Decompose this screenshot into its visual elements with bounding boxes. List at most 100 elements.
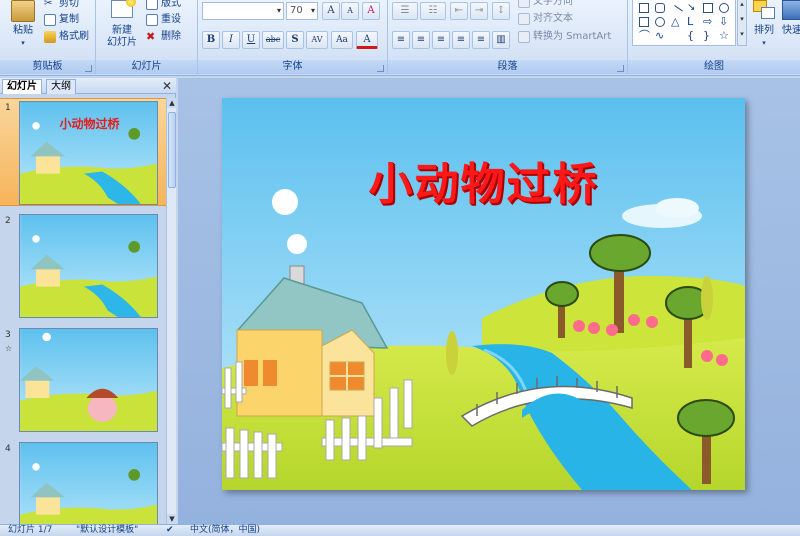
thumbnail-scrollbar[interactable]: ▲ ▼ xyxy=(166,98,177,524)
brace-left-shape-icon[interactable]: { xyxy=(687,30,697,41)
thumbnail-row-3[interactable]: 3 ☆ xyxy=(0,326,166,434)
align-text-label: 对齐文本 xyxy=(533,13,573,24)
increase-indent-button[interactable]: ⇥ xyxy=(470,2,488,20)
slide-title[interactable]: 小动物过桥 xyxy=(222,148,745,212)
shapes-gallery[interactable]: ↘ △ ᒪ ⇨ ⇩ ⌒ ∿ { } ☆ xyxy=(632,0,736,46)
chevron-down-icon: ▾ xyxy=(310,6,315,15)
shrink-font-button[interactable]: A xyxy=(341,2,359,20)
thumbnail-number: 1 xyxy=(5,103,11,113)
thumbnail-row-1[interactable]: 1 小动物过桥 xyxy=(0,98,166,206)
layout-label: 版式 xyxy=(161,0,181,9)
cut-button[interactable]: ✂ 剪切 xyxy=(44,0,79,12)
paste-button[interactable]: 粘贴 ▾ xyxy=(6,0,40,49)
font-size-field[interactable]: 70 ▾ xyxy=(286,2,318,20)
dialog-launcher-icon[interactable] xyxy=(85,65,92,72)
format-painter-button[interactable]: 格式刷 xyxy=(44,29,89,45)
columns-button[interactable]: ▥ xyxy=(492,31,510,49)
delete-button[interactable]: ✖ 删除 xyxy=(146,29,181,45)
bold-button[interactable]: B xyxy=(202,31,220,49)
font-color-button[interactable]: A xyxy=(356,31,378,49)
align-text-icon xyxy=(518,13,530,25)
slide-thumbnail-1[interactable]: 小动物过桥 xyxy=(19,101,158,205)
distributed-button[interactable]: ≡ xyxy=(472,31,490,49)
slide-thumbnail-2[interactable] xyxy=(19,214,158,318)
scroll-thumb[interactable] xyxy=(168,112,176,188)
elbow-shape-icon[interactable]: ᒪ xyxy=(687,16,697,27)
star-shape-icon[interactable]: ☆ xyxy=(719,30,729,41)
bullets-button[interactable]: ☰ xyxy=(392,2,418,20)
align-left-button[interactable]: ≡ xyxy=(392,31,410,49)
smartart-button[interactable]: 转换为 SmartArt xyxy=(518,29,611,45)
thumbnail-row-2[interactable]: 2 xyxy=(0,212,166,320)
clear-format-button[interactable]: A xyxy=(362,2,380,20)
slide-thumbnail-3[interactable] xyxy=(19,328,158,432)
copy-label: 复制 xyxy=(59,14,79,25)
font-size-value: 70 xyxy=(290,5,303,16)
clipboard-group-label: 剪贴板 xyxy=(0,60,95,74)
thumbnail-row-4[interactable]: 4 xyxy=(0,440,166,524)
square-shape-icon[interactable] xyxy=(703,3,713,13)
layout-button[interactable]: 版式 xyxy=(146,0,181,12)
arrange-label: 排列 xyxy=(754,25,774,36)
scroll-up-icon[interactable]: ▲ xyxy=(167,98,177,108)
delete-icon: ✖ xyxy=(146,30,156,43)
oval-shape-icon[interactable] xyxy=(655,17,665,27)
justify-button[interactable]: ≡ xyxy=(452,31,470,49)
brace-right-shape-icon[interactable]: } xyxy=(703,30,713,41)
right-arrow-shape-icon[interactable]: ⇨ xyxy=(703,16,713,27)
close-icon[interactable]: ✕ xyxy=(162,79,172,93)
decrease-indent-button[interactable]: ⇤ xyxy=(450,2,468,20)
rounded-rect-shape-icon[interactable] xyxy=(655,3,665,13)
arrange-button[interactable]: 排列 ▾ xyxy=(750,0,778,49)
font-name-field[interactable]: ▾ xyxy=(202,2,284,20)
rect2-shape-icon[interactable] xyxy=(639,17,649,27)
quick-styles-button[interactable]: 快速 xyxy=(780,0,800,37)
chevron-down-icon: ▾ xyxy=(762,39,766,47)
reset-label: 重设 xyxy=(161,14,181,25)
triangle-shape-icon[interactable]: △ xyxy=(671,16,681,27)
copy-icon xyxy=(44,14,56,26)
curve-shape-icon[interactable]: ⌒ xyxy=(639,30,650,41)
freeform-shape-icon[interactable]: ∿ xyxy=(655,30,665,41)
dialog-launcher-icon[interactable] xyxy=(377,65,384,72)
spellcheck-icon[interactable]: ✔ xyxy=(166,525,174,536)
underline-button[interactable]: U xyxy=(242,31,260,49)
align-text-button[interactable]: 对齐文本 xyxy=(518,11,573,27)
text-direction-button[interactable]: 文字方向 xyxy=(518,0,573,10)
arrow-shape-icon[interactable]: ↘ xyxy=(687,3,697,13)
new-slide-button[interactable]: 新建 幻灯片 xyxy=(100,0,144,49)
down-arrow-shape-icon[interactable]: ⇩ xyxy=(719,16,729,27)
dialog-launcher-icon[interactable] xyxy=(617,65,624,72)
italic-button[interactable]: I xyxy=(222,31,240,49)
rectangle-shape-icon[interactable] xyxy=(639,3,649,13)
gallery-scroll[interactable]: ▴ ▾ ▾ xyxy=(737,0,747,46)
current-slide[interactable]: 小动物过桥 xyxy=(222,98,745,490)
scroll-down-icon[interactable]: ▼ xyxy=(167,514,177,524)
slide-edit-area: 小动物过桥 xyxy=(178,78,800,524)
quick-styles-label: 快速 xyxy=(782,25,800,36)
numbering-button[interactable]: ☷ xyxy=(420,2,446,20)
shadow-button[interactable]: S xyxy=(286,31,304,49)
new-slide-icon xyxy=(111,0,136,18)
copy-button[interactable]: 复制 xyxy=(44,12,79,28)
tab-slides[interactable]: 幻灯片 xyxy=(2,79,42,94)
circle-shape-icon[interactable] xyxy=(719,3,729,13)
slides-pane: 幻灯片 大纲 ✕ 1 小动物过桥 2 3 ☆ 4 ▲ ▼ xyxy=(0,78,177,524)
char-spacing-button[interactable]: AV xyxy=(306,31,328,49)
cut-label: 剪切 xyxy=(59,0,79,9)
slide-thumbnail-4[interactable] xyxy=(19,442,158,524)
align-right-button[interactable]: ≡ xyxy=(432,31,450,49)
paragraph-group-label: 段落 xyxy=(388,60,627,74)
tab-outline[interactable]: 大纲 xyxy=(46,79,76,94)
align-center-button[interactable]: ≡ xyxy=(412,31,430,49)
ribbon: 粘贴 ▾ ✂ 剪切 复制 格式刷 剪贴板 新建 幻灯片 版式 重设 ✖ 删除 幻… xyxy=(0,0,800,76)
thumbnail-scene xyxy=(20,329,157,431)
change-case-button[interactable]: Aa xyxy=(331,31,353,49)
font-group-label: 字体 xyxy=(198,60,387,74)
paste-icon xyxy=(11,0,35,22)
line-spacing-button[interactable]: ↕ xyxy=(492,2,510,20)
thumbnail-scene xyxy=(20,215,157,317)
strikethrough-button[interactable]: abc xyxy=(262,31,284,49)
grow-font-button[interactable]: A xyxy=(322,2,340,20)
reset-button[interactable]: 重设 xyxy=(146,12,181,28)
